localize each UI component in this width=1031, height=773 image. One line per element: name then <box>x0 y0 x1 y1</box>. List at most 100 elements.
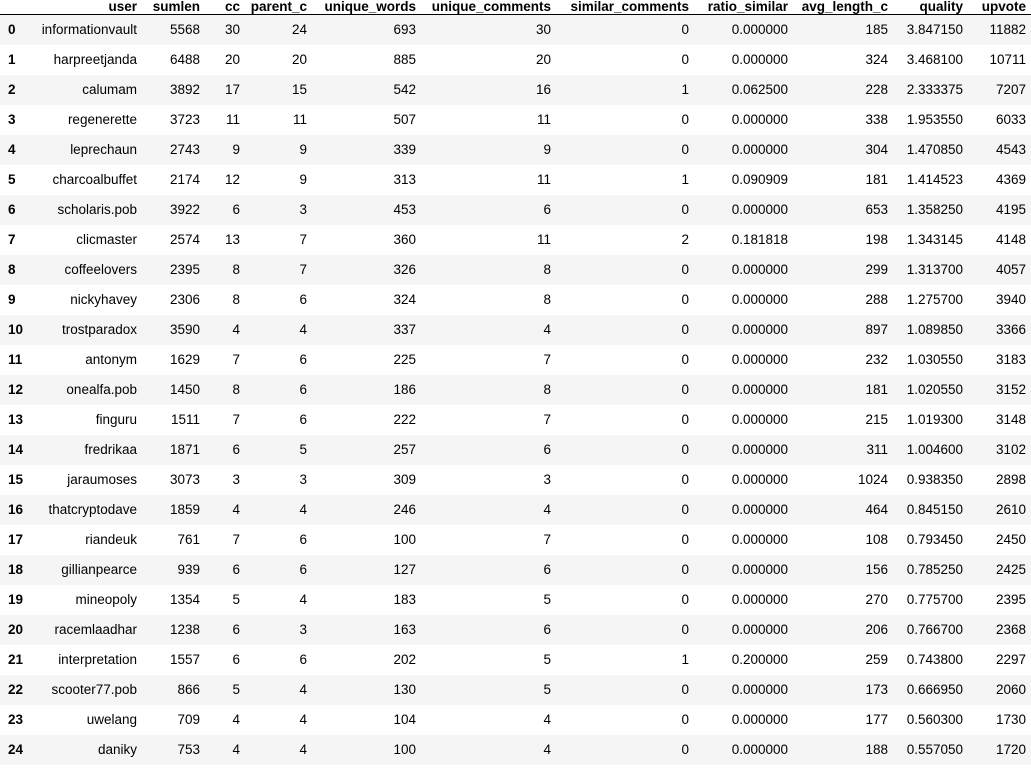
cell-ratio-similar: 0.000000 <box>731 112 788 127</box>
row-index: 22 <box>8 682 24 697</box>
cell-cc: 7 <box>232 352 240 367</box>
cell-unique-words: 222 <box>393 412 416 427</box>
cell-avg-length-c: 228 <box>865 82 888 97</box>
cell-sumlen: 3073 <box>169 472 200 487</box>
cell-parent-c: 7 <box>299 232 307 247</box>
cell-similar-comments: 0 <box>681 142 689 157</box>
cell-upvote: 4148 <box>995 232 1026 247</box>
row-index: 24 <box>8 742 24 757</box>
cell-upvote: 2395 <box>995 592 1026 607</box>
cell-ratio-similar: 0.000000 <box>731 292 788 307</box>
cell-parent-c: 3 <box>299 472 307 487</box>
cell-similar-comments: 0 <box>681 262 689 277</box>
cell-user: thatcryptodave <box>48 502 137 517</box>
cell-unique-comments: 6 <box>543 562 551 577</box>
cell-user: fredrikaa <box>84 442 137 457</box>
cell-similar-comments: 0 <box>681 322 689 337</box>
cell-avg-length-c: 173 <box>865 682 888 697</box>
cell-similar-comments: 0 <box>681 532 689 547</box>
cell-avg-length-c: 897 <box>865 322 888 337</box>
cell-unique-comments: 9 <box>543 142 551 157</box>
cell-avg-length-c: 188 <box>865 742 888 757</box>
cell-sumlen: 3723 <box>169 112 200 127</box>
cell-cc: 6 <box>232 652 240 667</box>
table-body: 0 informationvault 5 5 6 8 3 0 24 693 3 0 0 0.000000 1… <box>0 14 1031 765</box>
cell-sumlen: 939 <box>177 562 200 577</box>
cell-unique-words: 339 <box>393 142 416 157</box>
cell-similar-comments: 1 <box>681 82 689 97</box>
table-row: 13 finguru 1511 7 6 222 7 0 0.000000 215 1.019300 3… <box>0 405 1031 435</box>
table-row: 9 nickyhavey 2306 8 6 324 8 0 0.000000 288 1.27570… <box>0 285 1031 315</box>
row-index: 17 <box>8 532 24 547</box>
row-index: 13 <box>8 412 24 427</box>
cell-ratio-similar: 0.000000 <box>731 202 788 217</box>
cell-parent-c: 3 <box>299 202 307 217</box>
cell-avg-length-c: 288 <box>865 292 888 307</box>
table-row: 16 thatcryptodave 1859 4 4 246 4 0 0.000000 464 0.… <box>0 495 1031 525</box>
cell-similar-comments: 1 <box>681 172 689 187</box>
cell-quality: 1.275700 <box>906 292 963 307</box>
cell-cc: 8 <box>232 292 240 307</box>
cell-cc: 6 <box>232 442 240 457</box>
row-index: 19 <box>8 592 24 607</box>
cell-cc: 5 <box>232 592 240 607</box>
cell-unique-words: 337 <box>393 322 416 337</box>
cell-upvote: 2450 <box>995 532 1026 547</box>
cell-ratio-similar: 0.000000 <box>731 472 788 487</box>
row-index: 21 <box>8 652 24 667</box>
cell-avg-length-c: 232 <box>865 352 888 367</box>
cell-similar-comments: 0 <box>681 442 689 457</box>
cell-avg-length-c: 324 <box>865 52 888 67</box>
table-row: 14 fredrikaa 1871 6 5 257 6 0 0.000000 311 1.00460… <box>0 435 1031 465</box>
cell-cc: 17 <box>224 82 240 97</box>
cell-user: racemlaadhar <box>54 622 137 637</box>
column-header-unique-words: unique_words <box>312 0 421 15</box>
cell-parent-c: 11 <box>292 112 307 127</box>
cell-similar-comments: 0 <box>681 112 689 127</box>
cell-parent-c: 6 <box>299 562 307 577</box>
row-index: 16 <box>8 502 24 517</box>
table-row: 4 leprechaun 2743 9 9 339 9 0 0.000000 304 1.47085… <box>0 135 1031 165</box>
cell-ratio-similar: 0.000000 <box>731 532 788 547</box>
cell-unique-comments: 16 <box>535 82 551 97</box>
cell-ratio-similar: 0.000000 <box>731 262 788 277</box>
cell-upvote: 4543 <box>995 142 1026 157</box>
table-row: 0 informationvault 5568 30 24 693 30 0 0.000000 1… <box>0 14 1031 45</box>
cell-unique-words: 130 <box>393 682 416 697</box>
cell-unique-words: 360 <box>393 232 416 247</box>
cell-upvote: 2060 <box>995 682 1026 697</box>
cell-quality: 0.557050 <box>906 742 963 757</box>
cell-parent-c: 24 <box>291 22 307 37</box>
cell-user: antonym <box>85 352 137 367</box>
cell-user: informationvault <box>41 22 137 37</box>
cell-ratio-similar: 0.200000 <box>731 652 788 667</box>
cell-user: gillianpearce <box>61 562 137 577</box>
cell-upvote: 1730 <box>995 712 1026 727</box>
cell-ratio-similar: 0.000000 <box>731 712 788 727</box>
cell-unique-comments: 4 <box>543 742 551 757</box>
cell-sumlen: 2306 <box>169 292 200 307</box>
row-index: 6 <box>8 202 16 217</box>
cell-ratio-similar: 0.000000 <box>731 682 788 697</box>
cell-quality: 1.089850 <box>906 322 963 337</box>
cell-quality: 0.666950 <box>906 682 963 697</box>
cell-quality: 0.793450 <box>906 532 963 547</box>
cell-quality: 0.743800 <box>906 652 963 667</box>
table-row: 8 coffeelovers 2395 8 7 326 8 0 0.000000 299 1.313… <box>0 255 1031 285</box>
table-row: 24 daniky 753 4 4 100 4 0 0.000000 188 0.557050 172… <box>0 735 1031 765</box>
cell-quality: 3.847150 <box>906 22 963 37</box>
cell-unique-comments: 11 <box>536 232 551 247</box>
table-row: 7 clicmaster 2574 13 7 360 11 2 0.181818 198 1.343… <box>0 225 1031 255</box>
cell-unique-comments: 6 <box>543 622 551 637</box>
cell-similar-comments: 0 <box>681 562 689 577</box>
row-index: 5 <box>8 172 16 187</box>
cell-cc: 20 <box>224 52 240 67</box>
cell-unique-comments: 8 <box>543 262 551 277</box>
cell-user: scooter77.pob <box>51 682 137 697</box>
cell-ratio-similar: 0.000000 <box>731 502 788 517</box>
cell-unique-words: 693 <box>393 22 416 37</box>
cell-ratio-similar: 0.000000 <box>731 442 788 457</box>
cell-cc: 7 <box>232 532 240 547</box>
row-index: 18 <box>8 562 24 577</box>
cell-upvote: 3366 <box>995 322 1026 337</box>
